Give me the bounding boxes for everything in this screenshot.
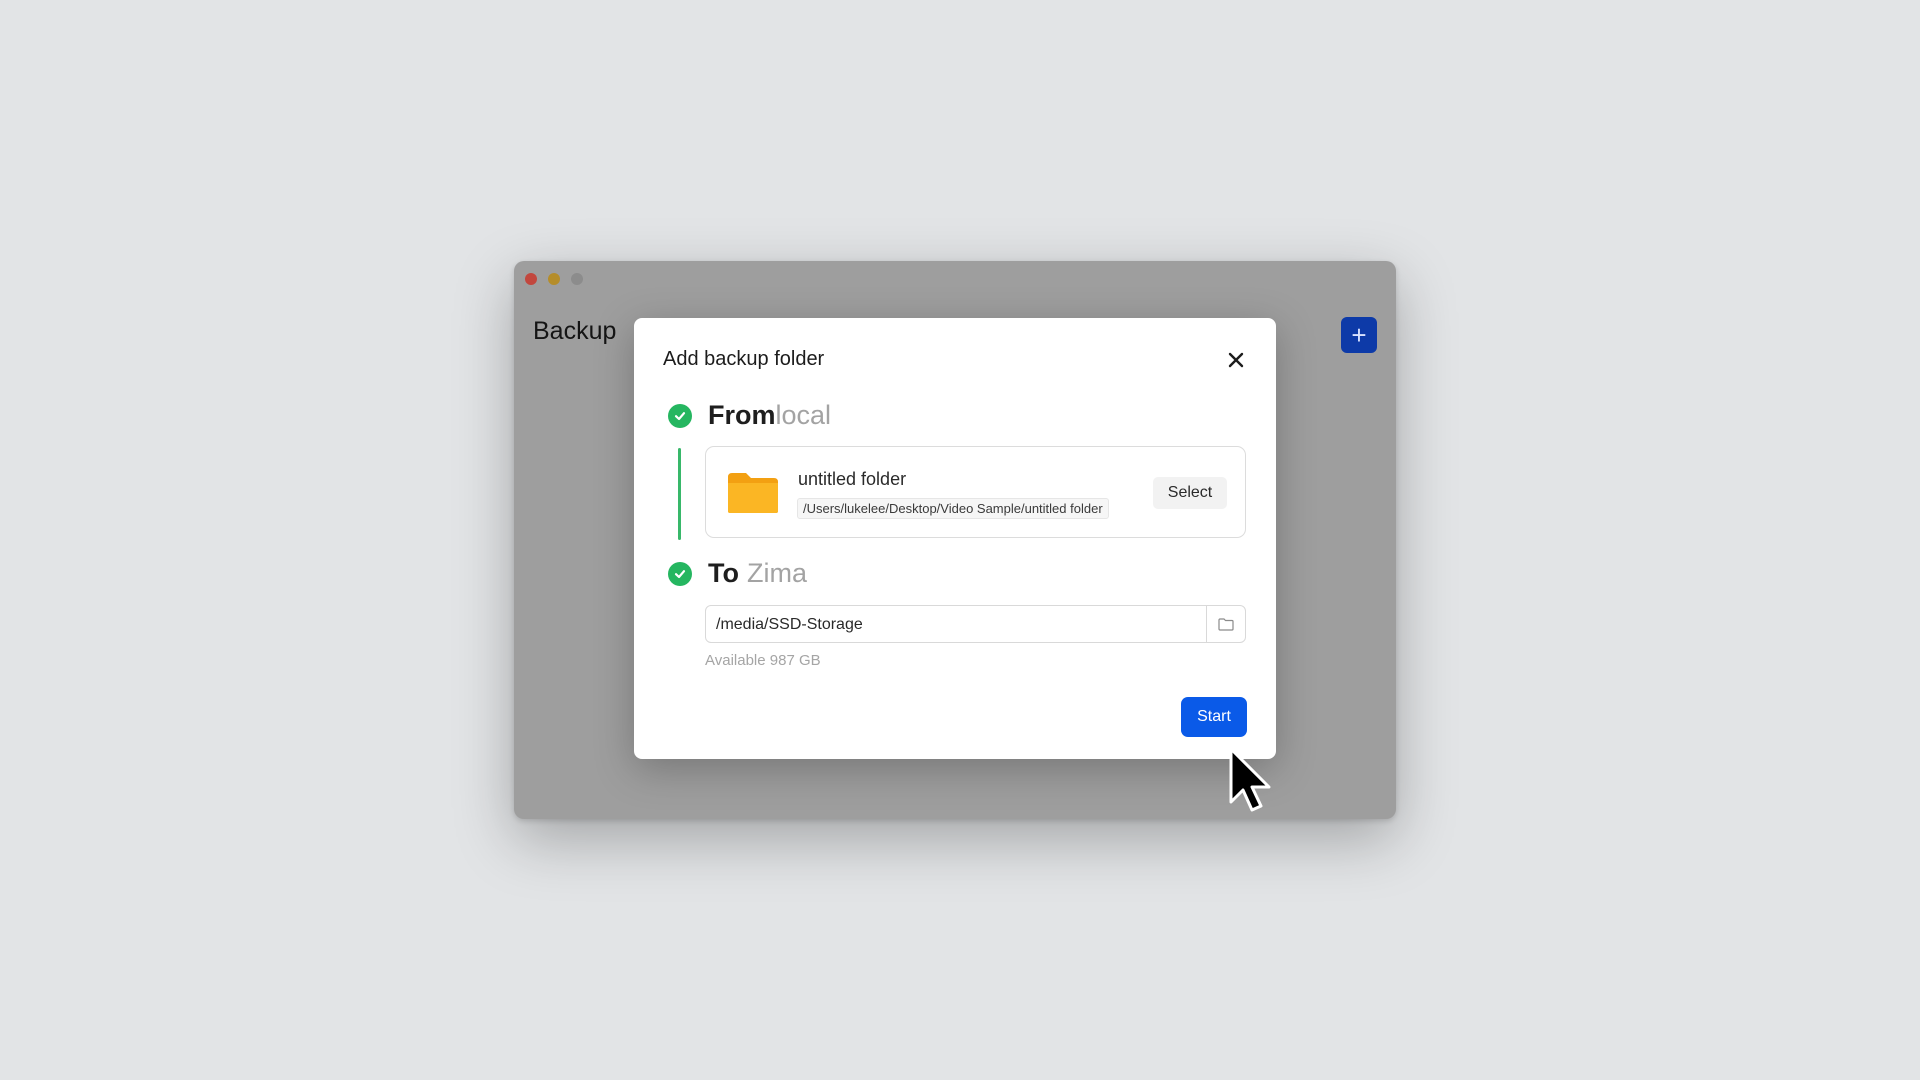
folder-icon — [728, 473, 778, 513]
source-heading-strong: From — [708, 400, 776, 430]
mouse-cursor-icon — [1229, 747, 1271, 812]
start-button[interactable]: Start — [1181, 697, 1247, 737]
dialog-title: Add backup folder — [663, 348, 825, 370]
source-folder-card: untitled folder /Users/lukelee/Desktop/V… — [705, 446, 1246, 538]
destination-heading: To Zima — [708, 557, 807, 589]
plus-icon: + — [1351, 320, 1367, 350]
browse-destination-button[interactable] — [1206, 606, 1245, 642]
step-connector — [678, 448, 681, 540]
add-backup-dialog: Add backup folder Fromlocal untitled fol… — [634, 318, 1276, 759]
window-minimize-button[interactable] — [548, 273, 560, 285]
source-check-icon — [668, 404, 692, 428]
source-heading-light: local — [775, 400, 832, 430]
close-icon — [1228, 352, 1244, 368]
app-title: Backup — [533, 317, 617, 345]
destination-path-value: /media/SSD-Storage — [716, 616, 863, 633]
destination-path-field[interactable]: /media/SSD-Storage — [705, 605, 1246, 643]
available-space-text: Available 987 GB — [705, 652, 821, 669]
dialog-close-button[interactable] — [1222, 346, 1250, 374]
folder-name: untitled folder — [798, 469, 907, 489]
window-maximize-button[interactable] — [571, 273, 583, 285]
source-heading: Fromlocal — [708, 399, 831, 431]
folder-outline-icon — [1218, 617, 1234, 631]
select-folder-button[interactable]: Select — [1153, 477, 1227, 509]
add-backup-button[interactable]: + — [1341, 317, 1377, 353]
folder-path: /Users/lukelee/Desktop/Video Sample/unti… — [797, 498, 1109, 519]
destination-check-icon — [668, 562, 692, 586]
window-close-button[interactable] — [525, 273, 537, 285]
destination-heading-strong: To — [708, 558, 739, 588]
destination-heading-light: Zima — [746, 558, 807, 588]
